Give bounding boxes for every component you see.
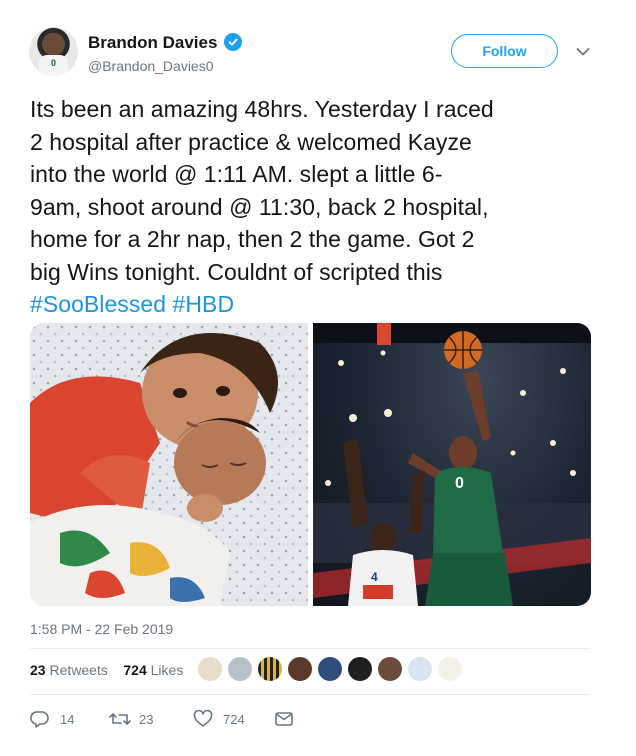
liker-avatar[interactable] [377,656,403,682]
reply-count: 14 [60,712,75,727]
tweet-timestamp[interactable]: 1:58 PM - 22 Feb 2019 [30,621,173,637]
retweet-count: 23 [139,712,154,727]
tweet-text: Its been an amazing 48hrs. Yesterday I r… [30,93,610,321]
likes-stat[interactable]: 724 Likes [123,662,183,678]
liker-avatar[interactable] [287,656,313,682]
retweets-count: 23 [30,662,46,678]
engagement-stats: 23 Retweets 724 Likes [30,662,183,678]
svg-text:0: 0 [455,475,464,492]
tweet-text-line: into the world @ 1:11 AM. slept a little… [30,161,443,187]
hashtag-link[interactable]: #SooBlessed [30,291,166,317]
liker-avatar[interactable] [347,656,373,682]
tweet-text-line: 2 hospital after practice & welcomed Kay… [30,128,472,155]
retweet-icon [109,713,131,725]
liker-avatar[interactable] [437,656,463,682]
likes-count: 724 [123,662,147,678]
liker-avatar[interactable] [227,656,253,682]
tweet-text-line: home for a 2hr nap, then 2 the game. Got… [30,226,475,252]
liker-avatar[interactable] [317,656,343,682]
verified-badge-icon [224,33,242,51]
heart-icon [193,710,213,727]
liker-avatar[interactable] [257,656,283,682]
tweet-text-line: Its been an amazing 48hrs. Yesterday I r… [30,96,494,122]
avatar-jersey: 0 [39,55,68,76]
hashtag-link[interactable]: #HBD [173,291,235,317]
svg-text:4: 4 [371,570,378,584]
tweet-text-line: 9am, shoot around @ 11:30, back 2 hospit… [30,193,489,220]
tweet-actions: 14 23 724 [30,708,590,732]
like-count: 724 [223,712,245,727]
avatar-jersey-number: 0 [50,58,56,68]
retweets-stat[interactable]: 23 Retweets [30,662,108,678]
author-handle[interactable]: @Brandon_Davies0 [88,58,214,74]
divider [30,694,590,695]
liker-avatar[interactable] [407,656,433,682]
photo-basketball-game[interactable]: 0 4 [313,323,591,606]
retweets-label: Retweets [49,662,108,678]
liker-avatar[interactable] [197,656,223,682]
chevron-down-icon[interactable] [576,44,590,56]
envelope-icon [275,712,293,726]
reply-icon [30,711,49,728]
likes-label: Likes [150,662,184,678]
author-avatar[interactable]: 0 [29,27,78,76]
tweet-card: 0 Brandon Davies @Brandon_Davies0 Follow… [0,0,636,756]
hashtag-line: #SooBlessed #HBD [30,288,610,321]
author-name[interactable]: Brandon Davies [88,33,217,53]
divider [30,648,590,649]
photo-baby-and-sibling[interactable] [30,323,308,606]
tweet-text-line: big Wins tonight. Couldnt of scripted th… [30,258,443,285]
follow-button[interactable]: Follow [451,34,558,68]
